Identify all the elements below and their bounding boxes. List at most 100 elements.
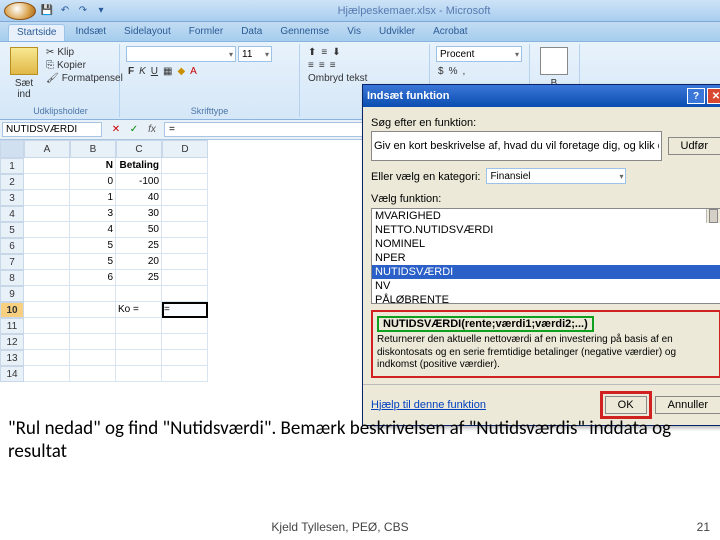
cell[interactable]: [116, 366, 162, 382]
office-button[interactable]: [4, 2, 36, 20]
fx-icon[interactable]: fx: [144, 122, 160, 138]
cell[interactable]: 25: [116, 270, 162, 286]
comma-button[interactable]: ,: [460, 65, 467, 78]
cell[interactable]: [116, 350, 162, 366]
cell[interactable]: [70, 366, 116, 382]
category-combo[interactable]: Finansiel: [486, 168, 626, 184]
undo-icon[interactable]: ↶: [58, 4, 72, 18]
cell[interactable]: [70, 350, 116, 366]
tab-formler[interactable]: Formler: [181, 24, 231, 41]
cell[interactable]: Ko =: [116, 302, 162, 318]
cell[interactable]: [162, 286, 208, 302]
cell[interactable]: [24, 318, 70, 334]
row-header[interactable]: 4: [0, 206, 24, 222]
format-painter-button[interactable]: 🖌Formatpensel: [44, 72, 125, 85]
function-list-item[interactable]: MVARIGHED: [372, 209, 720, 223]
font-color-button[interactable]: A: [188, 65, 199, 78]
name-box[interactable]: NUTIDSVÆRDI: [2, 122, 102, 137]
tab-startside[interactable]: Startside: [8, 24, 65, 41]
align-middle-button[interactable]: ≡: [319, 46, 329, 59]
close-icon[interactable]: ✕: [707, 88, 720, 104]
cell[interactable]: Betaling: [116, 158, 162, 174]
save-icon[interactable]: 💾: [40, 4, 54, 18]
cell[interactable]: [162, 334, 208, 350]
cell[interactable]: [24, 286, 70, 302]
cell[interactable]: -100: [116, 174, 162, 190]
border-button[interactable]: ▦: [161, 65, 174, 78]
cell[interactable]: [70, 318, 116, 334]
cell[interactable]: [162, 174, 208, 190]
row-header[interactable]: 7: [0, 254, 24, 270]
cell[interactable]: [162, 238, 208, 254]
cell[interactable]: [162, 222, 208, 238]
accept-formula-icon[interactable]: ✓: [126, 122, 142, 138]
italic-button[interactable]: K: [137, 65, 148, 78]
function-list-item[interactable]: NOMINEL: [372, 237, 720, 251]
redo-icon[interactable]: ↷: [76, 4, 90, 18]
underline-button[interactable]: U: [149, 65, 160, 78]
align-top-button[interactable]: ⬆: [306, 46, 318, 59]
cell[interactable]: [116, 318, 162, 334]
row-header[interactable]: 2: [0, 174, 24, 190]
cancel-button[interactable]: Annuller: [655, 396, 720, 414]
cell[interactable]: [162, 206, 208, 222]
row-header[interactable]: 14: [0, 366, 24, 382]
cell[interactable]: [162, 270, 208, 286]
tab-indsaet[interactable]: Indsæt: [67, 24, 114, 41]
column-header[interactable]: D: [162, 140, 208, 158]
function-list[interactable]: MVARIGHEDNETTO.NUTIDSVÆRDINOMINELNPERNUT…: [371, 208, 720, 304]
select-all-corner[interactable]: [0, 140, 24, 158]
cell[interactable]: [24, 350, 70, 366]
tab-gennemse[interactable]: Gennemse: [272, 24, 337, 41]
font-size-combo[interactable]: 11: [238, 46, 272, 62]
row-header[interactable]: 10: [0, 302, 24, 318]
tab-acrobat[interactable]: Acrobat: [425, 24, 475, 41]
function-list-item[interactable]: NUTIDSVÆRDI: [372, 265, 720, 279]
copy-button[interactable]: ⎘Kopier: [44, 59, 125, 72]
row-header[interactable]: 13: [0, 350, 24, 366]
cell[interactable]: [24, 334, 70, 350]
percent-button[interactable]: %: [447, 65, 460, 78]
cell[interactable]: [24, 366, 70, 382]
cell[interactable]: [70, 334, 116, 350]
cell[interactable]: [116, 286, 162, 302]
cell[interactable]: 50: [116, 222, 162, 238]
scrollbar[interactable]: [706, 209, 720, 223]
cell[interactable]: [116, 334, 162, 350]
tab-udvikler[interactable]: Udvikler: [371, 24, 423, 41]
cell[interactable]: [24, 270, 70, 286]
row-header[interactable]: 8: [0, 270, 24, 286]
cell[interactable]: [24, 222, 70, 238]
cell[interactable]: [162, 366, 208, 382]
align-left-button[interactable]: ≡: [306, 59, 316, 72]
number-format-combo[interactable]: Procent: [436, 46, 522, 62]
cell[interactable]: 5: [70, 254, 116, 270]
cell[interactable]: 20: [116, 254, 162, 270]
cell[interactable]: N: [70, 158, 116, 174]
cell[interactable]: [162, 318, 208, 334]
cell[interactable]: 4: [70, 222, 116, 238]
row-header[interactable]: 6: [0, 238, 24, 254]
cell[interactable]: 3: [70, 206, 116, 222]
function-list-item[interactable]: NETTO.NUTIDSVÆRDI: [372, 223, 720, 237]
cell[interactable]: 0: [70, 174, 116, 190]
help-link[interactable]: Hjælp til denne funktion: [371, 399, 486, 411]
function-list-item[interactable]: NV: [372, 279, 720, 293]
cell[interactable]: [24, 302, 70, 318]
cell[interactable]: 6: [70, 270, 116, 286]
cell[interactable]: [162, 158, 208, 174]
ok-button[interactable]: OK: [605, 396, 647, 414]
row-header[interactable]: 12: [0, 334, 24, 350]
cell[interactable]: [70, 286, 116, 302]
qat-dropdown-icon[interactable]: ▾: [94, 4, 108, 18]
cell[interactable]: [24, 206, 70, 222]
cell[interactable]: [162, 350, 208, 366]
bold-button[interactable]: F: [126, 65, 136, 78]
cell[interactable]: [70, 302, 116, 318]
cut-button[interactable]: ✂Klip: [44, 46, 125, 59]
cell[interactable]: [24, 158, 70, 174]
column-header[interactable]: A: [24, 140, 70, 158]
cell[interactable]: [24, 174, 70, 190]
tab-data[interactable]: Data: [233, 24, 270, 41]
cell[interactable]: [24, 238, 70, 254]
